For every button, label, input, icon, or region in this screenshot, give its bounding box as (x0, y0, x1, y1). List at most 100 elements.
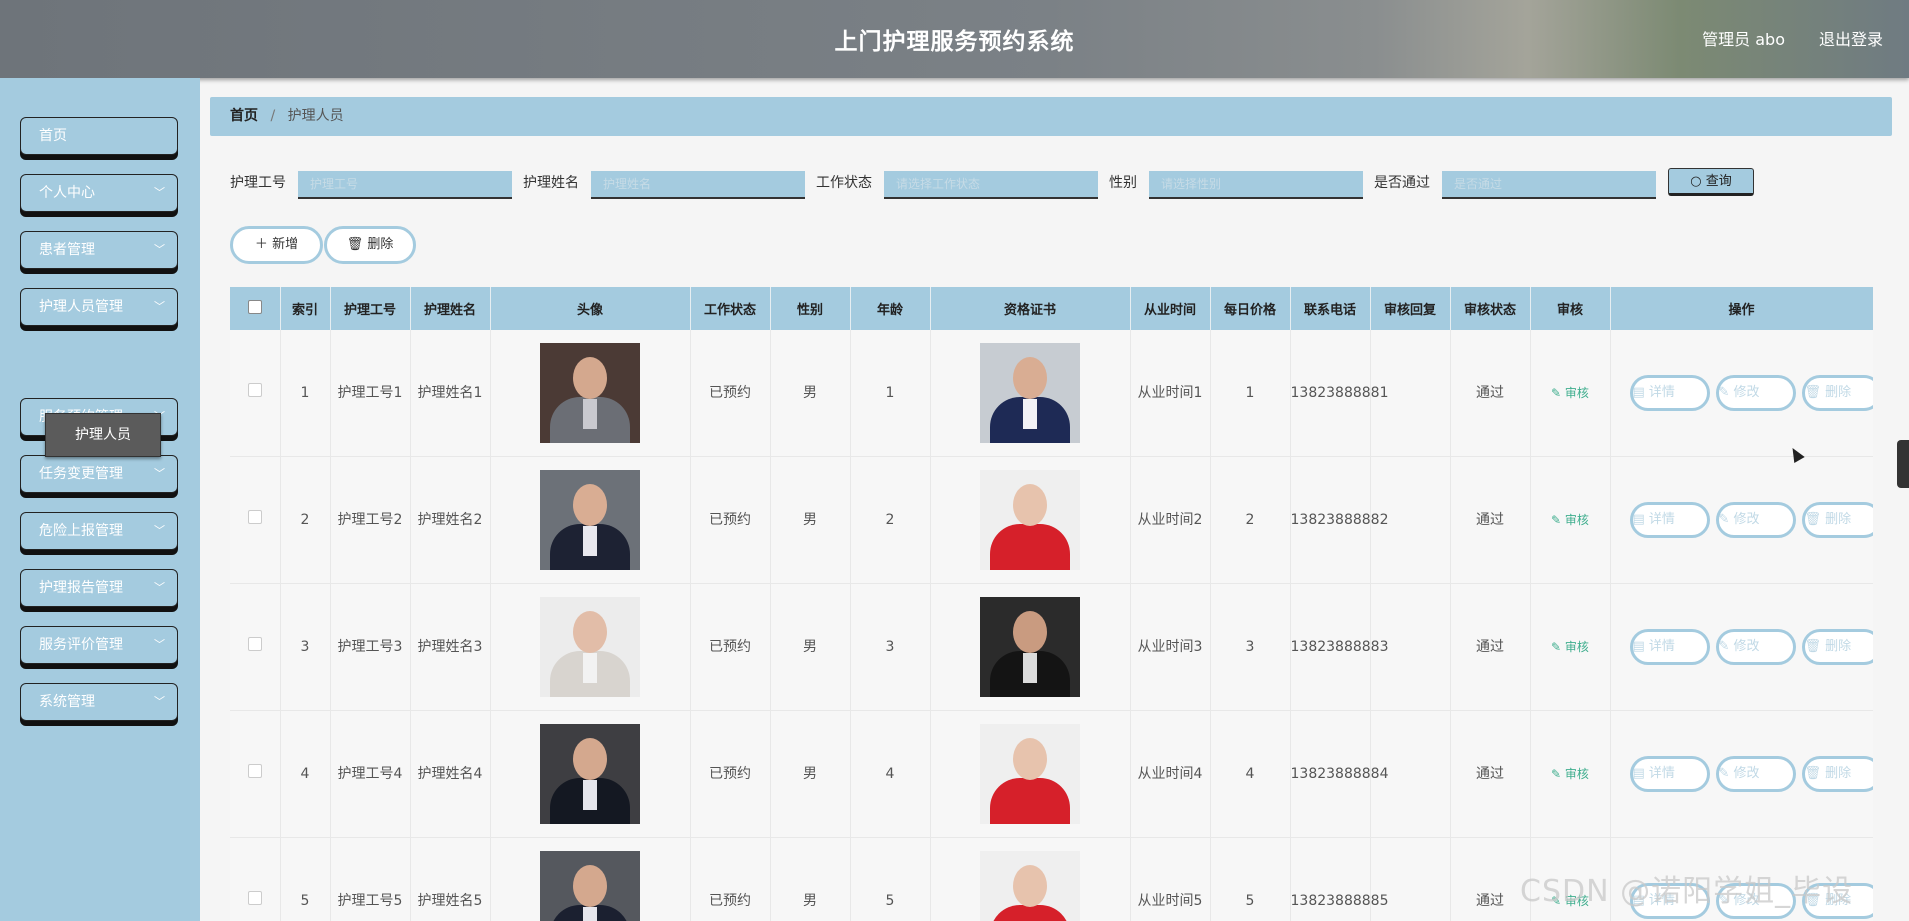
cell-name: 护理姓名3 (410, 583, 491, 711)
row-delete-button[interactable]: 🗑 删除 (1801, 756, 1872, 792)
cell-gender: 男 (770, 837, 851, 921)
search-input-name[interactable] (591, 171, 805, 199)
cell-status: 已预约 (690, 583, 771, 711)
sidebar-item-7[interactable]: 护理报告管理 ﹀ (20, 569, 178, 607)
cell-phone: 13823888882 (1290, 456, 1388, 584)
cell-name: 护理姓名2 (410, 456, 491, 584)
edit-button[interactable]: ✎ 修改 (1715, 756, 1796, 792)
search-label-no: 护理工号 (230, 175, 286, 191)
sidebar-subitem-nurse[interactable]: 护理人员 (45, 413, 161, 457)
cell-years: 从业时间5 (1130, 837, 1211, 921)
col-header-no: 护理工号 (330, 287, 411, 330)
cell-name: 护理姓名5 (410, 837, 491, 921)
cell-audit-status: 通过 (1450, 710, 1531, 838)
row-checkbox[interactable] (230, 330, 281, 457)
watermark-text: CSDN @诺阳学姐_毕设 (1520, 874, 1854, 909)
col-header-reply: 审核回复 (1370, 287, 1451, 330)
chevron-down-icon: ﹀ (154, 467, 165, 480)
select-all-checkbox[interactable] (230, 287, 281, 330)
row-checkbox[interactable] (230, 710, 281, 838)
cell-audit-status: 通过 (1450, 330, 1531, 457)
sidebar-item-8[interactable]: 服务评价管理 ﹀ (20, 626, 178, 664)
row-checkbox[interactable] (230, 837, 281, 921)
cell-price: 5 (1210, 837, 1291, 921)
data-table: 索引 护理工号 护理姓名 头像 工作状态 性别 年龄 资格证书 从业时间 每日价… (230, 287, 1873, 921)
cell-audit: ✎ 审核 (1530, 583, 1611, 711)
breadcrumb-current: 护理人员 (287, 108, 344, 124)
sidebar-item-0[interactable]: 首页 (20, 117, 178, 155)
cell-phone: 13823888881 (1290, 330, 1388, 457)
audit-link[interactable]: ✎ 审核 (1551, 386, 1589, 400)
sidebar-item-9[interactable]: 系统管理 ﹀ (20, 683, 178, 721)
search-input-no[interactable] (298, 171, 512, 199)
cell-years: 从业时间3 (1130, 583, 1211, 711)
sidebar-item-1[interactable]: 个人中心 ﹀ (20, 174, 178, 212)
edit-pen-icon: ✎ (1551, 640, 1565, 654)
cell-no: 护理工号1 (330, 330, 411, 457)
document-icon: ▤ (1632, 512, 1649, 527)
table-header-row: 索引 护理工号 护理姓名 头像 工作状态 性别 年龄 资格证书 从业时间 每日价… (230, 287, 1873, 330)
breadcrumb: 首页 / 护理人员 (210, 97, 1892, 136)
search-select-status[interactable] (884, 171, 1098, 199)
cell-audit-status: 通过 (1450, 837, 1531, 921)
cell-age: 2 (850, 456, 931, 584)
cell-certificate (930, 456, 1131, 584)
edit-button-label: 修改 (1733, 766, 1760, 781)
row-delete-button[interactable]: 🗑 删除 (1801, 629, 1872, 665)
sidebar-item-2[interactable]: 患者管理 ﹀ (20, 231, 178, 269)
edit-button[interactable]: ✎ 修改 (1715, 502, 1796, 538)
search-input-passed[interactable] (1442, 171, 1656, 199)
audit-link[interactable]: ✎ 审核 (1551, 767, 1589, 781)
cell-age: 1 (850, 330, 931, 457)
detail-button[interactable]: ▤ 详情 (1629, 756, 1710, 792)
row-checkbox[interactable] (230, 583, 281, 711)
sidebar-item-5[interactable]: 任务变更管理 ﹀ (20, 455, 178, 493)
detail-button[interactable]: ▤ 详情 (1629, 375, 1710, 411)
cell-audit-status: 通过 (1450, 583, 1531, 711)
cell-gender: 男 (770, 456, 851, 584)
edit-icon: ✎ (1718, 512, 1734, 527)
edit-button-label: 修改 (1733, 512, 1760, 527)
audit-link[interactable]: ✎ 审核 (1551, 513, 1589, 527)
trash-icon: 🗑 (1804, 766, 1826, 781)
audit-link-label: 审核 (1564, 386, 1589, 400)
cell-avatar (490, 583, 691, 711)
cell-price: 1 (1210, 330, 1291, 457)
row-delete-button[interactable]: 🗑 删除 (1801, 375, 1872, 411)
sidebar-item-label: 服务评价管理 (39, 637, 123, 653)
col-header-certificate: 资格证书 (930, 287, 1131, 330)
detail-button[interactable]: ▤ 详情 (1629, 629, 1710, 665)
cell-actions: ▤ 详情 ✎ 修改 🗑 删除 (1610, 330, 1873, 457)
col-header-avatar: 头像 (490, 287, 691, 330)
sidebar-item-label: 护理人员管理 (39, 299, 123, 315)
detail-button[interactable]: ▤ 详情 (1629, 502, 1710, 538)
cell-audit: ✎ 审核 (1530, 456, 1611, 584)
breadcrumb-home[interactable]: 首页 (230, 108, 258, 124)
audit-link-label: 审核 (1564, 767, 1589, 781)
avatar-photo (540, 597, 640, 697)
logout-link[interactable]: 退出登录 (1819, 26, 1883, 50)
cell-index: 2 (280, 456, 331, 584)
sidebar-item-3[interactable]: 护理人员管理 ﹀ (20, 288, 178, 326)
edit-button[interactable]: ✎ 修改 (1715, 375, 1796, 411)
audit-link-label: 审核 (1564, 513, 1589, 527)
delete-button[interactable]: 🗑 删除 (324, 226, 416, 264)
col-header-audit: 审核 (1530, 287, 1611, 330)
side-collapse-tab[interactable] (1897, 440, 1909, 488)
edit-button[interactable]: ✎ 修改 (1715, 629, 1796, 665)
cell-years: 从业时间4 (1130, 710, 1211, 838)
cell-gender: 男 (770, 330, 851, 457)
document-icon: ▤ (1632, 385, 1649, 400)
cell-actions: ▤ 详情 ✎ 修改 🗑 删除 (1610, 456, 1873, 584)
query-button[interactable]: ○ 查询 (1668, 168, 1754, 196)
avatar-photo (540, 470, 640, 570)
add-button[interactable]: ＋ 新增 (230, 226, 323, 264)
table-row: 4 护理工号4 护理姓名4 已预约男 4 从业时间4 4 13823888884 通过 ✎ 审核 ▤… (230, 710, 1873, 838)
row-checkbox[interactable] (230, 456, 281, 584)
row-delete-button-label: 删除 (1825, 639, 1852, 654)
row-delete-button[interactable]: 🗑 删除 (1801, 502, 1872, 538)
audit-link[interactable]: ✎ 审核 (1551, 640, 1589, 654)
sidebar-item-6[interactable]: 危险上报管理 ﹀ (20, 512, 178, 550)
avatar-photo (540, 724, 640, 824)
search-select-gender[interactable] (1149, 171, 1363, 199)
